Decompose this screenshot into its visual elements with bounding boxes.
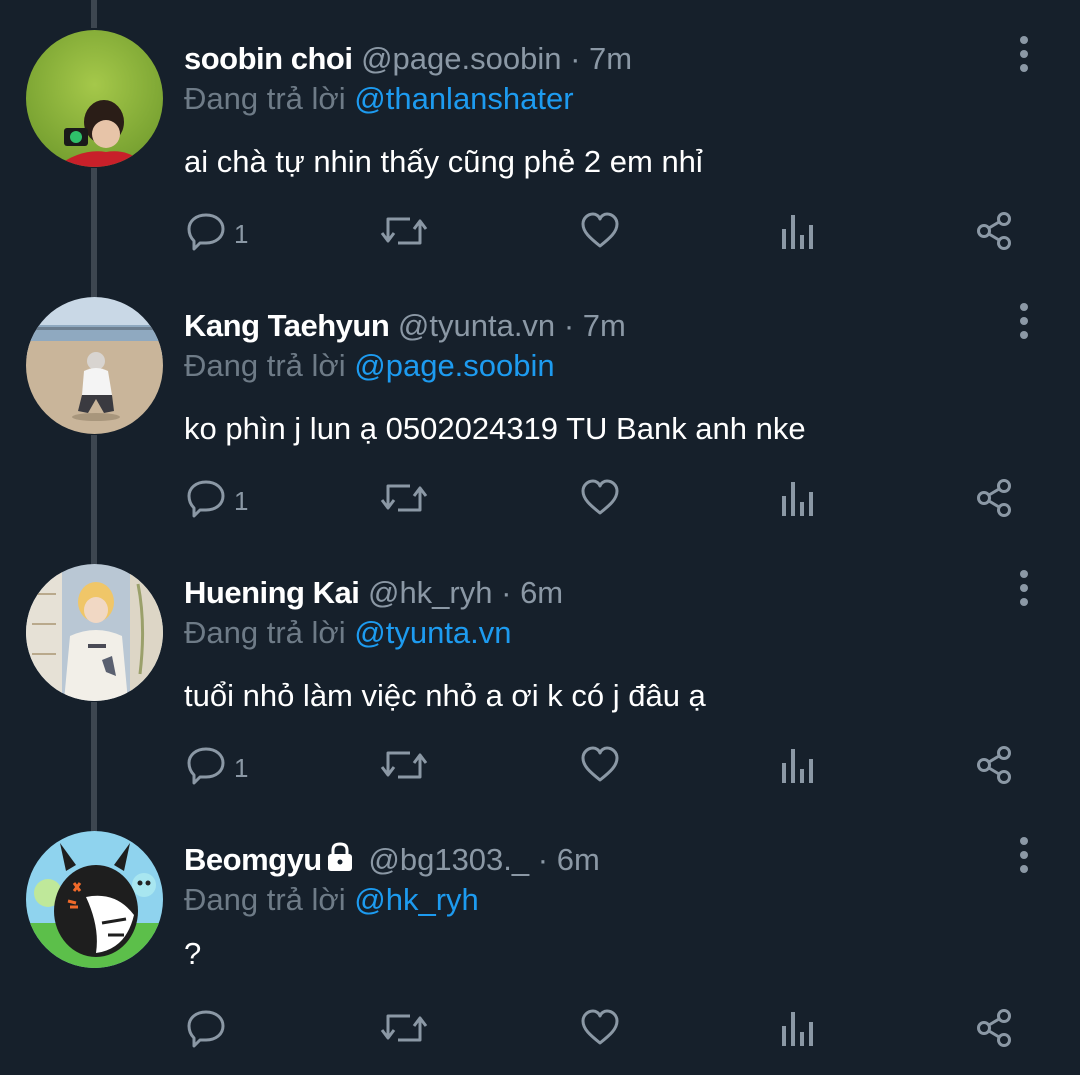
reply-count: 1: [234, 485, 249, 516]
more-vertical-icon[interactable]: [1010, 32, 1038, 76]
tweet-text: ?: [184, 936, 202, 971]
analytics-icon: [780, 745, 814, 792]
more-vertical-icon[interactable]: [1010, 833, 1038, 877]
lock-icon: [326, 841, 354, 883]
separator-dot: ·: [537, 842, 549, 877]
like-button[interactable]: [580, 1009, 620, 1053]
share-icon: [974, 745, 1014, 792]
mention-link[interactable]: @hk_ryh: [354, 882, 479, 917]
views-button[interactable]: [780, 1009, 814, 1053]
retweet-button[interactable]: [380, 479, 428, 523]
avatar[interactable]: [26, 30, 163, 167]
share-button[interactable]: [974, 1008, 1014, 1055]
tweet-header: Beomgyu @bg1303._ · 6m: [184, 839, 600, 883]
share-button[interactable]: [974, 478, 1014, 525]
views-button[interactable]: [780, 212, 814, 256]
tweet-text: ai chà tự nhin thấy cũng phẻ 2 em nhỉ: [184, 144, 703, 179]
heart-icon: [580, 478, 620, 525]
share-icon: [974, 1008, 1014, 1055]
share-icon: [974, 211, 1014, 258]
analytics-icon: [780, 211, 814, 258]
replying-to-label: Đang trả lời: [184, 348, 346, 383]
reply-thread: soobin choi @page.soobin · 7m Đang trả l…: [0, 0, 1080, 1075]
heart-icon: [580, 745, 620, 792]
tweet-text: tuổi nhỏ làm việc nhỏ a ơi k có j đâu ạ: [184, 678, 706, 713]
separator-dot: ·: [501, 575, 512, 610]
avatar[interactable]: [26, 564, 163, 701]
display-name[interactable]: Huening Kai: [184, 575, 360, 610]
tweet[interactable]: Kang Taehyun @tyunta.vn · 7m Đang trả lờ…: [0, 267, 1080, 534]
heart-icon: [580, 1008, 620, 1055]
share-button[interactable]: [974, 211, 1014, 258]
tweet[interactable]: soobin choi @page.soobin · 7m Đang trả l…: [0, 0, 1080, 267]
reply-icon: [186, 1008, 226, 1055]
replying-to: Đang trả lời @page.soobin: [184, 345, 555, 387]
timestamp[interactable]: 7m: [583, 308, 626, 343]
like-button[interactable]: [580, 212, 620, 256]
analytics-icon: [780, 478, 814, 525]
tweet-actions: 1: [0, 745, 1080, 792]
replying-to-label: Đang trả lời: [184, 882, 346, 917]
tweet-actions: 1: [0, 211, 1080, 258]
tweet-text: ko phìn j lun ạ 0502024319 TU Bank anh n…: [184, 411, 806, 446]
avatar[interactable]: [26, 297, 163, 434]
tweet-header: Huening Kai @hk_ryh · 6m: [184, 572, 563, 614]
tweet[interactable]: Beomgyu @bg1303._ · 6m Đang trả lời @hk_…: [0, 801, 1080, 1068]
user-handle[interactable]: @page.soobin: [361, 41, 561, 76]
timestamp[interactable]: 7m: [589, 41, 632, 76]
tweet-actions: [0, 1008, 1080, 1055]
avatar[interactable]: [26, 831, 163, 968]
user-handle[interactable]: @bg1303._: [368, 842, 529, 877]
reply-icon: [186, 211, 226, 258]
display-name[interactable]: soobin choi: [184, 41, 353, 76]
heart-icon: [580, 211, 620, 258]
tweet-actions: 1: [0, 478, 1080, 525]
retweet-icon: [380, 1008, 428, 1055]
reply-icon: [186, 745, 226, 792]
retweet-icon: [380, 745, 428, 792]
display-name[interactable]: Beomgyu: [184, 842, 322, 877]
more-vertical-icon[interactable]: [1010, 299, 1038, 343]
replying-to: Đang trả lời @tyunta.vn: [184, 612, 512, 654]
replying-to-label: Đang trả lời: [184, 81, 346, 116]
tweet[interactable]: Huening Kai @hk_ryh · 6m Đang trả lời @t…: [0, 534, 1080, 801]
mention-link[interactable]: @tyunta.vn: [354, 615, 511, 650]
replying-to: Đang trả lời @hk_ryh: [184, 879, 479, 921]
reply-button[interactable]: 1: [186, 746, 248, 790]
like-button[interactable]: [580, 746, 620, 790]
views-button[interactable]: [780, 746, 814, 790]
reply-button[interactable]: 1: [186, 479, 248, 523]
display-name[interactable]: Kang Taehyun: [184, 308, 390, 343]
views-button[interactable]: [780, 479, 814, 523]
retweet-icon: [380, 211, 428, 258]
retweet-button[interactable]: [380, 212, 428, 256]
reply-button[interactable]: [186, 1009, 234, 1053]
reply-count: 1: [234, 218, 249, 249]
replying-to-label: Đang trả lời: [184, 615, 346, 650]
analytics-icon: [780, 1008, 814, 1055]
like-button[interactable]: [580, 479, 620, 523]
retweet-icon: [380, 478, 428, 525]
timestamp[interactable]: 6m: [520, 575, 563, 610]
retweet-button[interactable]: [380, 746, 428, 790]
mention-link[interactable]: @thanlanshater: [354, 81, 573, 116]
user-handle[interactable]: @hk_ryh: [368, 575, 493, 610]
separator-dot: ·: [570, 41, 581, 76]
reply-count: 1: [234, 752, 249, 783]
reply-button[interactable]: 1: [186, 212, 248, 256]
share-button[interactable]: [974, 745, 1014, 792]
mention-link[interactable]: @page.soobin: [354, 348, 554, 383]
user-handle[interactable]: @tyunta.vn: [398, 308, 555, 343]
replying-to: Đang trả lời @thanlanshater: [184, 78, 574, 120]
separator-dot: ·: [563, 308, 575, 343]
timestamp[interactable]: 6m: [557, 842, 600, 877]
retweet-button[interactable]: [380, 1009, 428, 1053]
reply-icon: [186, 478, 226, 525]
share-icon: [974, 478, 1014, 525]
more-vertical-icon[interactable]: [1010, 566, 1038, 610]
tweet-header: Kang Taehyun @tyunta.vn · 7m: [184, 305, 626, 347]
tweet-header: soobin choi @page.soobin · 7m: [184, 38, 632, 80]
